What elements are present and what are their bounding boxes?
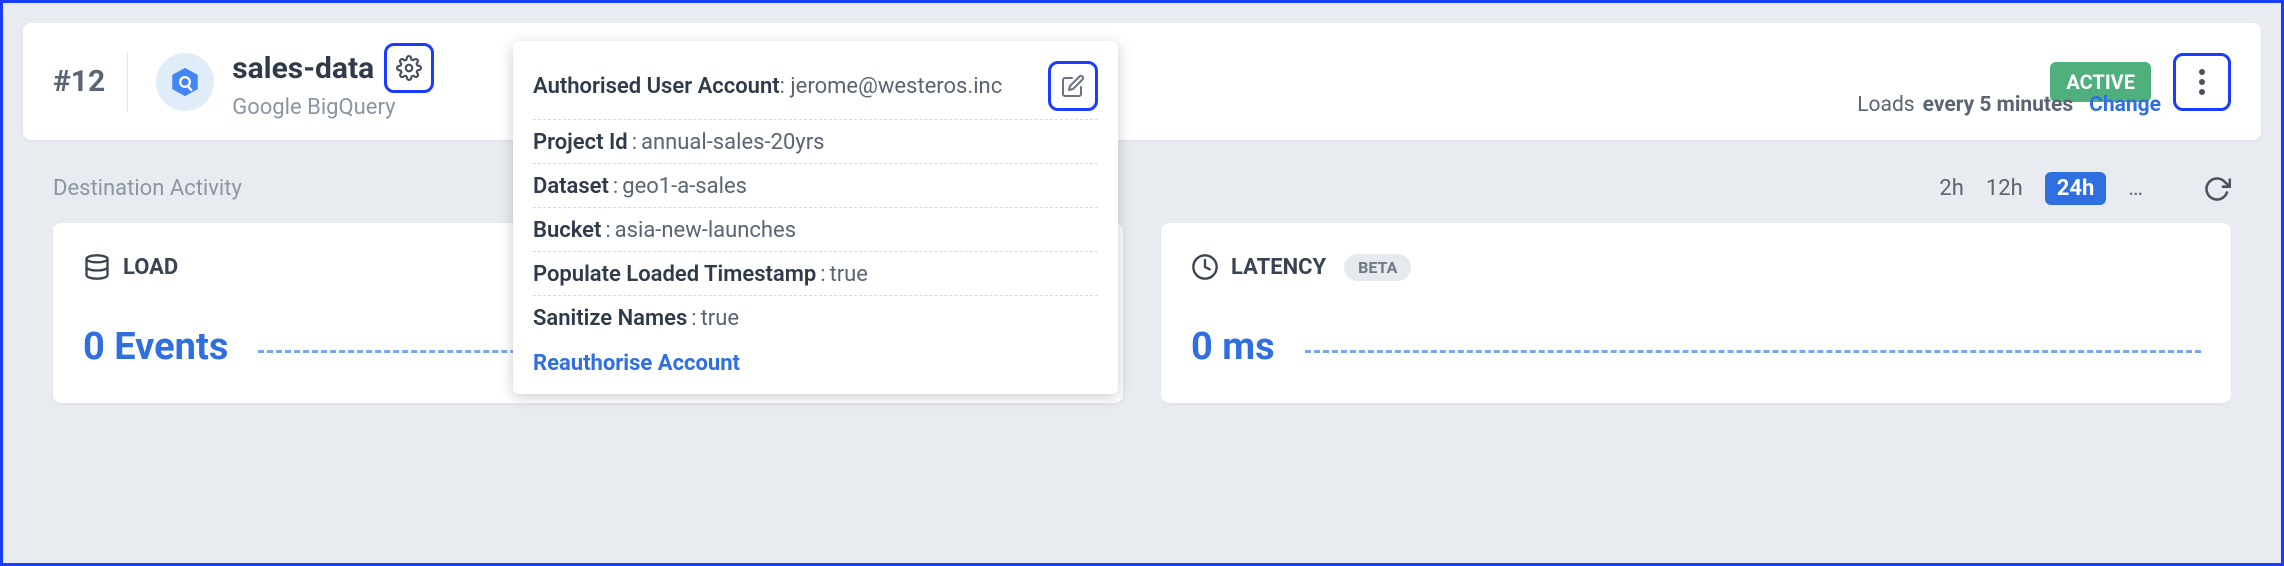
latency-title: LATENCY: [1231, 255, 1326, 280]
activity-row: Destination Activity 2h 12h 24h …: [23, 140, 2261, 223]
settings-popup: Authorised User Account: jerome@westeros…: [513, 41, 1118, 394]
refresh-icon: [2203, 175, 2231, 203]
bigquery-icon: [156, 53, 214, 111]
divider: [127, 52, 128, 112]
time-tab-2h[interactable]: 2h: [1939, 176, 1963, 201]
destination-header: #12 sales-data Google BigQuery ACTIVE: [23, 23, 2261, 140]
time-range-tabs: 2h 12h 24h …: [1939, 172, 2143, 205]
time-tab-12h[interactable]: 12h: [1986, 176, 2023, 201]
popup-label: Authorised User Account: [533, 74, 780, 99]
popup-label: Project Id: [533, 130, 628, 155]
destination-subtitle: Google BigQuery: [232, 95, 434, 120]
popup-value: jerome@westeros.inc: [790, 74, 1002, 99]
destination-title: sales-data: [232, 51, 374, 86]
refresh-button[interactable]: [2203, 175, 2231, 203]
settings-button[interactable]: [384, 43, 434, 93]
popup-value: asia-new-launches: [615, 218, 796, 243]
popup-value: true: [701, 306, 739, 331]
popup-label: Populate Loaded Timestamp: [533, 262, 816, 287]
popup-label: Dataset: [533, 174, 609, 199]
load-title: LOAD: [123, 255, 178, 280]
load-schedule: Loads every 5 minutes Change: [1857, 93, 2161, 117]
latency-card: LATENCY BETA 0 ms: [1161, 223, 2231, 403]
change-schedule-link[interactable]: Change: [2089, 93, 2161, 117]
loads-prefix: Loads: [1857, 93, 1914, 117]
popup-label: Sanitize Names: [533, 306, 687, 331]
reauthorise-link[interactable]: Reauthorise Account: [533, 339, 1098, 376]
activity-title: Destination Activity: [53, 176, 242, 201]
edit-account-button[interactable]: [1048, 61, 1098, 111]
loads-interval: every 5 minutes: [1923, 93, 2074, 117]
more-menu-button[interactable]: [2173, 53, 2231, 111]
edit-icon: [1061, 74, 1085, 98]
sparkline-placeholder: [1305, 350, 2201, 353]
beta-badge: BETA: [1344, 254, 1411, 281]
dots-vertical-icon: [2198, 67, 2206, 97]
popup-label: Bucket: [533, 218, 601, 243]
clock-icon: [1191, 253, 1219, 281]
popup-value: true: [830, 262, 868, 287]
popup-value: annual-sales-20yrs: [641, 130, 825, 155]
destination-id: #12: [53, 64, 105, 99]
load-value: 0 Events: [83, 325, 228, 369]
database-icon: [83, 253, 111, 281]
time-tab-24h[interactable]: 24h: [2045, 172, 2107, 205]
latency-value: 0 ms: [1191, 325, 1275, 369]
popup-value: geo1-a-sales: [622, 174, 747, 199]
time-tab-more[interactable]: …: [2128, 176, 2143, 201]
gear-icon: [396, 55, 422, 81]
